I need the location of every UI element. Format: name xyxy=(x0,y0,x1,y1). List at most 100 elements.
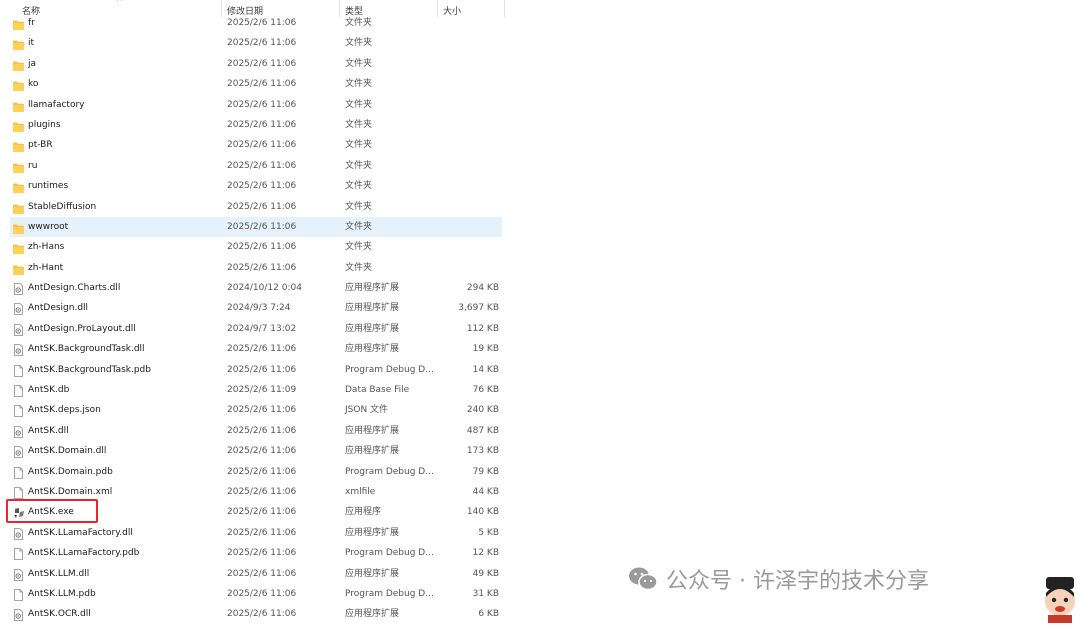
file-date-modified: 2025/2/6 11:06 xyxy=(227,486,297,497)
dll-file-icon xyxy=(13,303,24,316)
file-date-modified: 2025/2/6 11:06 xyxy=(227,548,297,559)
file-row[interactable]: AntSK.LLamaFactory.pdb 2025/2/6 11:06 Prog… xyxy=(0,543,505,563)
file-icon xyxy=(13,589,24,601)
file-type: 文件夹 xyxy=(345,18,373,28)
folder-icon xyxy=(13,263,24,275)
file-row[interactable]: zh-Hant 2025/2/6 11:06 文件夹 xyxy=(0,258,505,278)
file-date-modified: 2024/9/7 13:02 xyxy=(227,323,297,334)
file-row[interactable]: AntSK.BackgroundTask.pdb 2025/2/6 11:06 Pr… xyxy=(0,360,505,380)
file-name: ja xyxy=(28,58,37,69)
file-row[interactable]: llamafactory 2025/2/6 11:06 文件夹 xyxy=(0,95,505,115)
file-row[interactable]: AntSK.deps.json 2025/2/6 11:06 JSON 文件 240 … xyxy=(0,400,505,420)
file-name: AntSK.BackgroundTask.pdb xyxy=(28,364,151,375)
file-row[interactable]: fr 2025/2/6 11:06 文件夹 xyxy=(0,13,505,33)
dll-file-icon xyxy=(13,283,24,295)
file-date-modified: 2025/2/6 11:06 xyxy=(227,446,297,457)
file-row[interactable]: AntDesign.ProLayout.dll 2024/9/7 13:02 应用程… xyxy=(0,319,505,339)
file-name: plugins xyxy=(28,119,61,130)
file-size: 44 KB xyxy=(472,486,499,497)
file-size: 140 KB xyxy=(466,507,499,518)
file-name: fr xyxy=(28,18,35,28)
file-name: wwwroot xyxy=(28,221,69,232)
file-name: AntSK.LLM.pdb xyxy=(28,588,96,599)
file-type: xmlfile xyxy=(345,486,376,497)
file-name: AntSK.Domain.dll xyxy=(28,446,107,457)
dll-file-icon xyxy=(13,609,24,622)
file-row[interactable]: ko 2025/2/6 11:06 文件夹 xyxy=(0,74,505,94)
file-row[interactable]: StableDiffusion 2025/2/6 11:06 文件夹 xyxy=(0,197,505,217)
file-type: 应用程序扩展 xyxy=(345,446,400,457)
folder-icon xyxy=(13,222,24,234)
file-date-modified: 2025/2/6 11:06 xyxy=(227,242,297,253)
folder-icon xyxy=(13,202,24,214)
file-icon xyxy=(13,466,24,479)
file-date-modified: 2025/2/6 11:06 xyxy=(227,609,297,620)
file-row[interactable]: AntSK.LLamaFactory.dll 2025/2/6 11:06 应用程序… xyxy=(0,523,505,543)
folder-icon xyxy=(13,79,24,92)
file-type: Data Base File xyxy=(345,385,410,396)
file-date-modified: 2024/9/3 7:24 xyxy=(227,303,291,314)
file-date-modified: 2025/2/6 11:06 xyxy=(227,160,297,171)
folder-icon xyxy=(13,140,24,153)
file-type: 文件夹 xyxy=(345,79,373,90)
dll-file-icon xyxy=(13,527,24,540)
file-row[interactable]: ja 2025/2/6 11:06 文件夹 xyxy=(0,54,505,74)
file-date-modified: 2025/2/6 11:06 xyxy=(227,405,297,416)
file-date-modified: 2025/2/6 11:06 xyxy=(227,181,297,192)
file-row[interactable]: AntSK.LLM.dll 2025/2/6 11:06 应用程序扩展 49 KB xyxy=(0,564,505,584)
file-size: 3,697 KB xyxy=(458,303,499,314)
file-row[interactable]: AntSK.Domain.dll 2025/2/6 11:06 应用程序扩展 173 … xyxy=(0,441,505,461)
file-name: AntSK.LLM.dll xyxy=(28,568,90,579)
file-row[interactable]: wwwroot 2025/2/6 11:06 文件夹 xyxy=(0,216,505,238)
file-row[interactable]: zh-Hans 2025/2/6 11:06 文件夹 xyxy=(0,237,505,257)
file-date-modified: 2025/2/6 11:06 xyxy=(227,58,297,69)
file-name: AntDesign.Charts.dll xyxy=(28,283,121,294)
file-row[interactable]: runtimes 2025/2/6 11:06 文件夹 xyxy=(0,176,505,196)
file-row[interactable]: AntSK.BackgroundTask.dll 2025/2/6 11:06 应用… xyxy=(0,339,505,359)
dll-file-icon xyxy=(13,568,24,581)
cartoon-avatar-icon xyxy=(1045,577,1075,623)
file-size: 173 KB xyxy=(466,446,499,457)
file-name: zh-Hant xyxy=(28,262,64,273)
file-row[interactable]: AntSK.Domain.pdb 2025/2/6 11:06 Program De… xyxy=(0,462,505,482)
file-name: AntSK.LLamaFactory.dll xyxy=(28,527,133,538)
file-row[interactable]: ru 2025/2/6 11:06 文件夹 xyxy=(0,156,505,176)
file-type: 文件夹 xyxy=(345,201,373,212)
folder-icon xyxy=(13,18,24,30)
file-date-modified: 2025/2/6 11:06 xyxy=(227,119,297,130)
file-row[interactable]: pt-BR 2025/2/6 11:06 文件夹 xyxy=(0,135,505,155)
file-row[interactable]: AntSK.dll 2025/2/6 11:06 应用程序扩展 487 KB xyxy=(0,421,505,441)
file-name: llamafactory xyxy=(28,99,85,110)
file-row[interactable]: it 2025/2/6 11:06 文件夹 xyxy=(0,33,505,53)
file-icon xyxy=(13,405,24,418)
file-date-modified: 2025/2/6 11:06 xyxy=(227,262,297,273)
dll-file-icon xyxy=(13,344,24,357)
file-type: Program Debug D... xyxy=(345,364,434,375)
wechat-icon xyxy=(629,567,658,591)
file-date-modified: 2025/2/6 11:06 xyxy=(227,344,297,355)
file-icon xyxy=(13,364,24,377)
file-name: pt-BR xyxy=(28,140,53,151)
file-type: 文件夹 xyxy=(345,140,373,151)
file-row[interactable]: AntSK.OCR.dll 2025/2/6 11:06 应用程序扩展 6 KB xyxy=(0,604,505,624)
file-size: 240 KB xyxy=(466,405,499,416)
file-size: 487 KB xyxy=(466,425,499,436)
sort-ascending-icon: ^ xyxy=(116,0,123,6)
file-row[interactable]: AntDesign.Charts.dll 2024/10/12 0:04 应用程序扩… xyxy=(0,278,505,298)
folder-icon xyxy=(13,161,24,173)
file-row[interactable]: AntSK.LLM.pdb 2025/2/6 11:06 Program Debug… xyxy=(0,584,505,604)
file-row[interactable]: plugins 2025/2/6 11:06 文件夹 xyxy=(0,115,505,135)
file-type: 应用程序 xyxy=(345,507,382,518)
file-name: StableDiffusion xyxy=(28,201,97,212)
file-icon xyxy=(13,548,24,561)
file-size: 5 KB xyxy=(478,527,499,538)
file-date-modified: 2025/2/6 11:06 xyxy=(227,507,297,518)
file-row[interactable]: AntDesign.dll 2024/9/3 7:24 应用程序扩展 3,697 KB xyxy=(0,298,505,318)
file-type: Program Debug D... xyxy=(345,466,434,477)
file-name: AntSK.BackgroundTask.dll xyxy=(28,344,145,355)
folder-icon xyxy=(13,100,24,112)
file-name: it xyxy=(28,38,35,49)
file-name: AntSK.dll xyxy=(28,425,69,436)
file-row[interactable]: AntSK.db 2025/2/6 11:09 Data Base File 76 K… xyxy=(0,380,505,400)
file-type: 应用程序扩展 xyxy=(345,344,400,355)
